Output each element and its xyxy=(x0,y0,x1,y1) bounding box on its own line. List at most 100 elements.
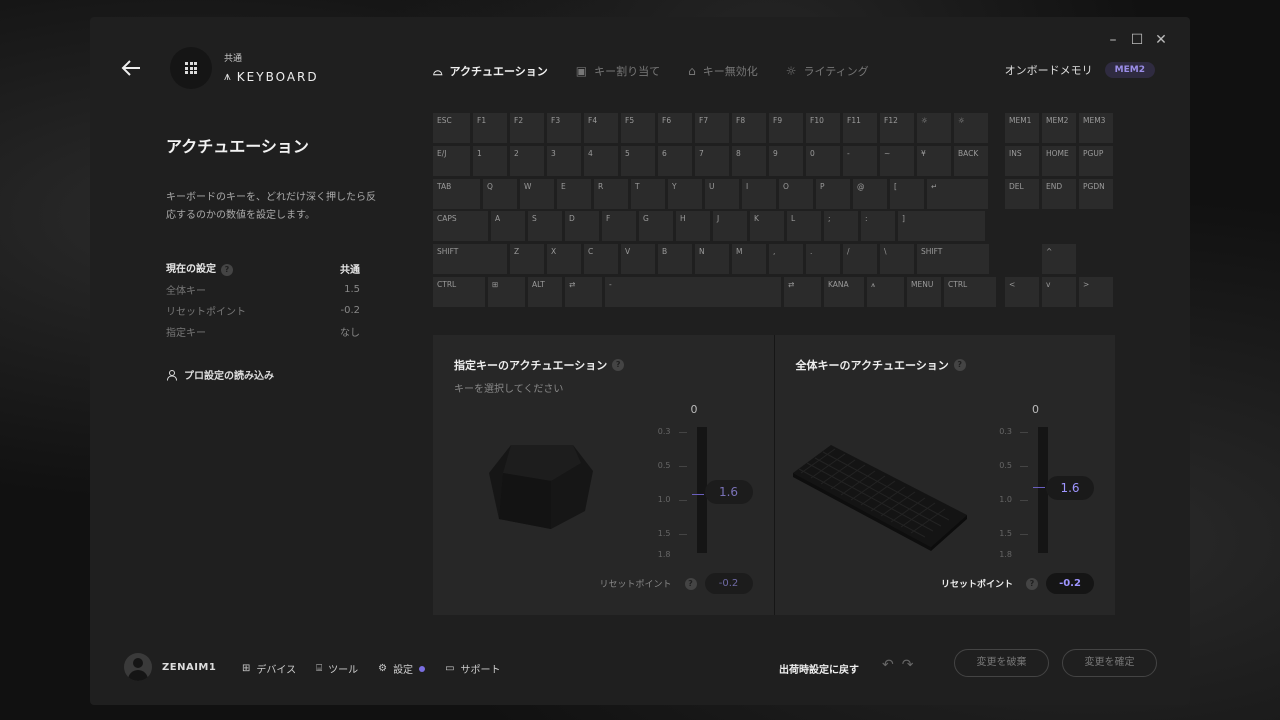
key[interactable]: Y xyxy=(668,179,702,209)
key[interactable]: S xyxy=(528,211,562,241)
nav-tool[interactable]: ⌸ ツール xyxy=(316,661,358,676)
arrow-key[interactable]: ^ xyxy=(1042,244,1076,274)
key[interactable]: 7 xyxy=(695,146,729,176)
nav-settings[interactable]: ⚙ 設定 xyxy=(378,661,426,676)
key[interactable]: D xyxy=(565,211,599,241)
key[interactable]: ☼ xyxy=(954,113,988,143)
app-menu-button[interactable] xyxy=(170,47,212,89)
key[interactable]: V xyxy=(621,244,655,274)
key[interactable]: F6 xyxy=(658,113,692,143)
help-icon[interactable]: ? xyxy=(612,359,625,371)
key[interactable]: 1 xyxy=(473,146,507,176)
key[interactable]: ~ xyxy=(880,146,914,176)
tab-key-disable[interactable]: ⌂ キー無効化 xyxy=(688,63,758,79)
key[interactable]: T xyxy=(631,179,665,209)
key[interactable]: 8 xyxy=(732,146,766,176)
key[interactable]: ⇄ xyxy=(784,277,821,307)
key[interactable]: O xyxy=(779,179,813,209)
pro-settings-load-button[interactable]: プロ設定の読み込み xyxy=(166,367,274,382)
key[interactable]: F8 xyxy=(732,113,766,143)
key[interactable]: F1 xyxy=(473,113,507,143)
key[interactable]: F5 xyxy=(621,113,655,143)
key[interactable]: ↵ xyxy=(927,179,988,209)
key[interactable]: MEM2 xyxy=(1042,113,1076,143)
tab-lighting[interactable]: ☼ ライティング xyxy=(786,63,869,79)
key[interactable]: H xyxy=(676,211,710,241)
undo-icon[interactable]: ↶ xyxy=(882,657,894,673)
key[interactable]: HOME xyxy=(1042,146,1076,176)
key[interactable]: - xyxy=(605,277,781,307)
key[interactable]: SHIFT xyxy=(433,244,507,274)
key[interactable]: \ xyxy=(880,244,914,274)
key[interactable]: PGDN xyxy=(1079,179,1113,209)
key[interactable]: ⇄ xyxy=(565,277,602,307)
tab-actuation[interactable]: ⌓ アクチュエーション xyxy=(433,63,548,79)
key[interactable]: ALT xyxy=(528,277,562,307)
key[interactable]: Z xyxy=(510,244,544,274)
key[interactable]: CTRL xyxy=(433,277,485,307)
nav-device[interactable]: ⊞ デバイス xyxy=(242,661,296,676)
key[interactable]: 0 xyxy=(806,146,840,176)
key[interactable]: MEM1 xyxy=(1005,113,1039,143)
key[interactable]: M xyxy=(732,244,766,274)
tab-key-assign[interactable]: ▣ キー割り当て xyxy=(576,63,660,79)
key[interactable]: TAB xyxy=(433,179,480,209)
key[interactable]: 5 xyxy=(621,146,655,176)
key[interactable]: R xyxy=(594,179,628,209)
key[interactable]: ⊞ xyxy=(488,277,525,307)
key[interactable]: CAPS xyxy=(433,211,488,241)
key[interactable]: . xyxy=(806,244,840,274)
key[interactable]: W xyxy=(520,179,554,209)
key[interactable]: ⩚ xyxy=(867,277,904,307)
key[interactable]: F11 xyxy=(843,113,877,143)
key[interactable]: BACK xyxy=(954,146,988,176)
key[interactable]: F2 xyxy=(510,113,544,143)
actuation-value[interactable]: 1.6 xyxy=(704,480,753,504)
key[interactable]: K xyxy=(750,211,784,241)
key[interactable]: , xyxy=(769,244,803,274)
key[interactable]: : xyxy=(861,211,895,241)
key[interactable]: 3 xyxy=(547,146,581,176)
key[interactable]: DEL xyxy=(1005,179,1039,209)
nav-support[interactable]: ▭ サポート xyxy=(445,661,500,676)
key[interactable]: J xyxy=(713,211,747,241)
actuation-value[interactable]: 1.6 xyxy=(1046,476,1094,500)
key[interactable]: X xyxy=(547,244,581,274)
key[interactable]: L xyxy=(787,211,821,241)
help-icon[interactable]: ? xyxy=(1026,577,1038,590)
key[interactable]: - xyxy=(843,146,877,176)
reset-point-value[interactable]: -0.2 xyxy=(1046,573,1094,594)
key[interactable]: ☼ xyxy=(917,113,951,143)
key[interactable]: ; xyxy=(824,211,858,241)
key[interactable]: B xyxy=(658,244,692,274)
key[interactable]: / xyxy=(843,244,877,274)
key[interactable]: F7 xyxy=(695,113,729,143)
key[interactable]: E/J xyxy=(433,146,470,176)
back-arrow-icon[interactable] xyxy=(120,57,142,79)
key[interactable]: F xyxy=(602,211,636,241)
arrow-key[interactable]: < xyxy=(1005,277,1039,307)
redo-icon[interactable]: ↷ xyxy=(902,657,914,673)
key[interactable]: E xyxy=(557,179,591,209)
key[interactable]: ESC xyxy=(433,113,470,143)
key[interactable]: [ xyxy=(890,179,924,209)
key[interactable]: SHIFT xyxy=(917,244,989,274)
key[interactable]: G xyxy=(639,211,673,241)
help-icon[interactable]: ? xyxy=(684,577,697,590)
key[interactable]: ¥ xyxy=(917,146,951,176)
help-icon[interactable]: ? xyxy=(953,359,966,371)
key[interactable]: MENU xyxy=(907,277,941,307)
key[interactable]: Q xyxy=(483,179,517,209)
close-icon[interactable]: ✕ xyxy=(1154,33,1168,47)
key[interactable]: END xyxy=(1042,179,1076,209)
key[interactable]: P xyxy=(816,179,850,209)
key[interactable]: C xyxy=(584,244,618,274)
key[interactable]: F3 xyxy=(547,113,581,143)
minimize-icon[interactable]: – xyxy=(1106,33,1120,47)
key[interactable]: F9 xyxy=(769,113,803,143)
key[interactable]: U xyxy=(705,179,739,209)
key[interactable]: ] xyxy=(898,211,985,241)
confirm-button[interactable]: 変更を確定 xyxy=(1062,649,1157,677)
key[interactable]: MEM3 xyxy=(1079,113,1113,143)
key[interactable]: 9 xyxy=(769,146,803,176)
